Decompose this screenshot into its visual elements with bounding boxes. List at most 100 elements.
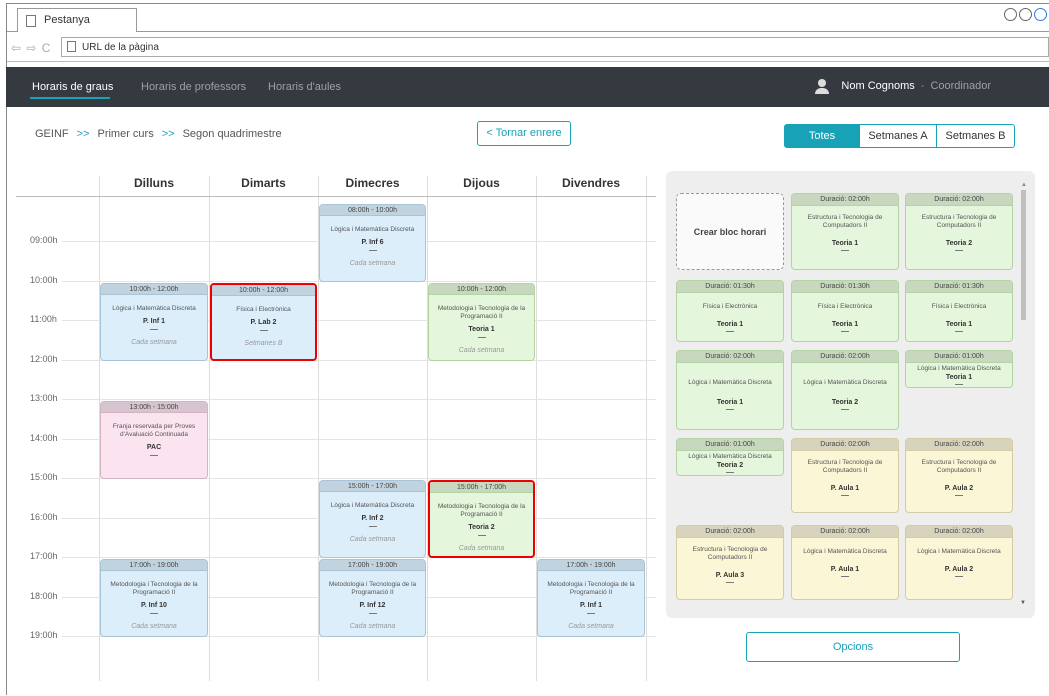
duration-value: 01:30h: [848, 283, 870, 290]
day-column-divider: [209, 176, 210, 681]
block-duration: Duració: 02:00h: [677, 526, 783, 538]
schedule-event[interactable]: 08:00h - 10:00h Lògica i Matemàtica Discr…: [319, 203, 426, 282]
block-duration: Duració: 01:30h: [792, 281, 898, 293]
url-input[interactable]: URL de la pàgina: [61, 37, 1049, 57]
day-header: Dimecres: [345, 176, 400, 190]
block-room: P. Aula 2: [944, 566, 974, 573]
browser-tab[interactable]: Pestanya: [17, 8, 137, 32]
filter-setmanes-b[interactable]: Setmanes B: [937, 124, 1015, 148]
block-divider: [726, 472, 734, 473]
block-room: P. Aula 3: [715, 572, 745, 579]
duration-value: 02:00h: [962, 196, 984, 203]
block-card[interactable]: Duració: 01:00h Lògica i Matemàtica Discr…: [676, 438, 784, 476]
nav-horaris-aules[interactable]: Horaris d'aules: [268, 81, 341, 93]
hour-label: 13:00h: [30, 393, 58, 403]
event-subject: Metodologia i Tecnologia de la Programac…: [547, 581, 635, 596]
duration-prefix: Duració:: [705, 283, 732, 290]
scroll-thumb[interactable]: [1021, 190, 1026, 320]
filter-totes[interactable]: Totes: [784, 124, 860, 148]
breadcrumb-separator: >>: [76, 128, 90, 140]
duration-value: 02:00h: [962, 441, 984, 448]
block-card[interactable]: Duració: 02:00h Estructura i Tecnologia d…: [791, 193, 899, 270]
options-button[interactable]: Opcions: [746, 632, 960, 662]
block-subject: Lògica i Matemàtica Discreta: [688, 379, 772, 386]
duration-prefix: Duració:: [934, 196, 961, 203]
breadcrumb-separator: >>: [161, 128, 175, 140]
maximize-icon[interactable]: [1019, 8, 1032, 21]
event-room: Teoria 1: [468, 325, 495, 333]
event-week: Cada setmana: [349, 623, 396, 630]
event-divider: [477, 535, 486, 536]
block-card[interactable]: Duració: 02:00h Estructura i Tecnologia d…: [905, 193, 1013, 270]
block-subject: Estructura i Tecnologia de Computadors I…: [807, 214, 883, 229]
block-card[interactable]: Duració: 02:00h Estructura i Tecnologia d…: [791, 438, 899, 513]
event-room: P. Inf 2: [361, 515, 384, 522]
duration-prefix: Duració:: [820, 283, 847, 290]
block-card[interactable]: Duració: 01:00h Lògica i Matemàtica Discr…: [905, 350, 1013, 388]
schedule-event[interactable]: 10:00h - 12:00h Metodologia i Tecnologia …: [428, 282, 535, 361]
event-room: P. Inf 10: [141, 602, 167, 609]
block-card[interactable]: Duració: 01:30h Física i Electrònica Teori…: [676, 280, 784, 342]
block-duration: Duració: 01:30h: [677, 281, 783, 293]
duration-prefix: Duració:: [934, 283, 961, 290]
block-divider: [841, 331, 849, 332]
block-card[interactable]: Duració: 01:30h Física i Electrònica Teori…: [905, 280, 1013, 342]
user-icon: [815, 79, 830, 94]
nav-horaris-professors[interactable]: Horaris de professors: [141, 81, 246, 93]
event-week: Cada setmana: [568, 623, 614, 630]
tab-title: Pestanya: [44, 14, 90, 26]
schedule-event[interactable]: 13:00h - 15:00h Franja reservada per Prov…: [100, 401, 208, 479]
close-icon[interactable]: [1034, 8, 1047, 21]
filter-setmanes-a[interactable]: Setmanes A: [860, 124, 937, 148]
block-duration: Duració: 01:30h: [906, 281, 1012, 293]
block-card[interactable]: Duració: 02:00h Lògica i Matemàtica Discr…: [791, 525, 899, 600]
browser-nav-icons[interactable]: ⇦ ⇨ C: [11, 41, 51, 55]
day-header: Dimarts: [241, 176, 286, 190]
create-block-button[interactable]: Crear bloc horari: [676, 193, 784, 270]
breadcrumb-item[interactable]: Primer curs: [97, 128, 153, 140]
event-room: P. Inf 6: [361, 238, 384, 246]
event-week: Cada setmana: [458, 545, 505, 552]
event-room: P. Inf 1: [579, 602, 603, 609]
block-room: P. Aula 1: [830, 566, 860, 573]
back-button[interactable]: < Tornar enrere: [477, 121, 571, 146]
panel-scrollbar[interactable]: ▲ ▼: [1019, 182, 1027, 610]
schedule-event[interactable]: 10:00h - 12:00h Física i Electrònica P. La…: [210, 282, 317, 361]
schedule-event[interactable]: 17:00h - 19:00h Metodologia i Tecnologia …: [100, 559, 208, 637]
block-card[interactable]: Duració: 02:00h Lògica i Matemàtica Discr…: [791, 350, 899, 430]
event-subject: Metodologia i Tecnologia de la Programac…: [437, 304, 526, 320]
duration-prefix: Duració:: [705, 353, 732, 360]
block-card[interactable]: Duració: 02:00h Estructura i Tecnologia d…: [676, 525, 784, 600]
event-subject: Metodologia i Tecnologia de la Programac…: [437, 503, 526, 518]
schedule-event[interactable]: 17:00h - 19:00h Metodologia i Tecnologia …: [537, 559, 645, 637]
user-menu[interactable]: Nom Cognoms - Coordinador: [815, 79, 991, 94]
block-room: P. Aula 1: [830, 485, 860, 492]
block-subject: Lògica i Matemàtica Discreta: [803, 548, 887, 555]
scroll-up-icon[interactable]: ▲: [1021, 182, 1027, 188]
breadcrumb: GEINF >> Primer curs >> Segon quadrimest…: [35, 128, 282, 140]
block-duration: Duració: 02:00h: [792, 526, 898, 538]
weekly-calendar: Dilluns Dimarts Dimecres Dijous Divendres 09:…: [16, 176, 656, 696]
block-duration: Duració: 02:00h: [792, 351, 898, 363]
block-card[interactable]: Duració: 02:00h Lògica i Matemàtica Discr…: [905, 525, 1013, 600]
breadcrumb-item: Segon quadrimestre: [182, 128, 282, 140]
nav-horaris-graus[interactable]: Horaris de graus: [32, 81, 113, 93]
event-divider: [150, 455, 158, 456]
schedule-event[interactable]: 17:00h - 19:00h Metodologia i Tecnologia …: [319, 559, 426, 637]
schedule-event[interactable]: 15:00h - 17:00h Lògica i Matemàtica Discr…: [319, 480, 426, 558]
schedule-event[interactable]: 15:00h - 17:00h Metodologia i Tecnologia …: [428, 480, 535, 558]
event-subject: Lògica i Matemàtica Discreta: [330, 502, 415, 509]
schedule-event[interactable]: 10:00h - 12:00h Lògica i Matemàtica Discr…: [100, 282, 208, 361]
block-divider: [955, 384, 963, 385]
duration-prefix: Duració:: [820, 353, 847, 360]
event-divider: [150, 613, 158, 614]
minimize-icon[interactable]: [1004, 8, 1017, 21]
duration-value: 01:00h: [962, 353, 984, 360]
block-room: Teoria 1: [831, 321, 859, 328]
duration-prefix: Duració:: [820, 528, 847, 535]
block-card[interactable]: Duració: 02:00h Lògica i Matemàtica Discr…: [676, 350, 784, 430]
breadcrumb-item[interactable]: GEINF: [35, 128, 69, 140]
block-card[interactable]: Duració: 02:00h Estructura i Tecnologia d…: [905, 438, 1013, 513]
block-card[interactable]: Duració: 01:30h Física i Electrònica Teori…: [791, 280, 899, 342]
scroll-down-icon[interactable]: ▼: [1020, 600, 1026, 606]
